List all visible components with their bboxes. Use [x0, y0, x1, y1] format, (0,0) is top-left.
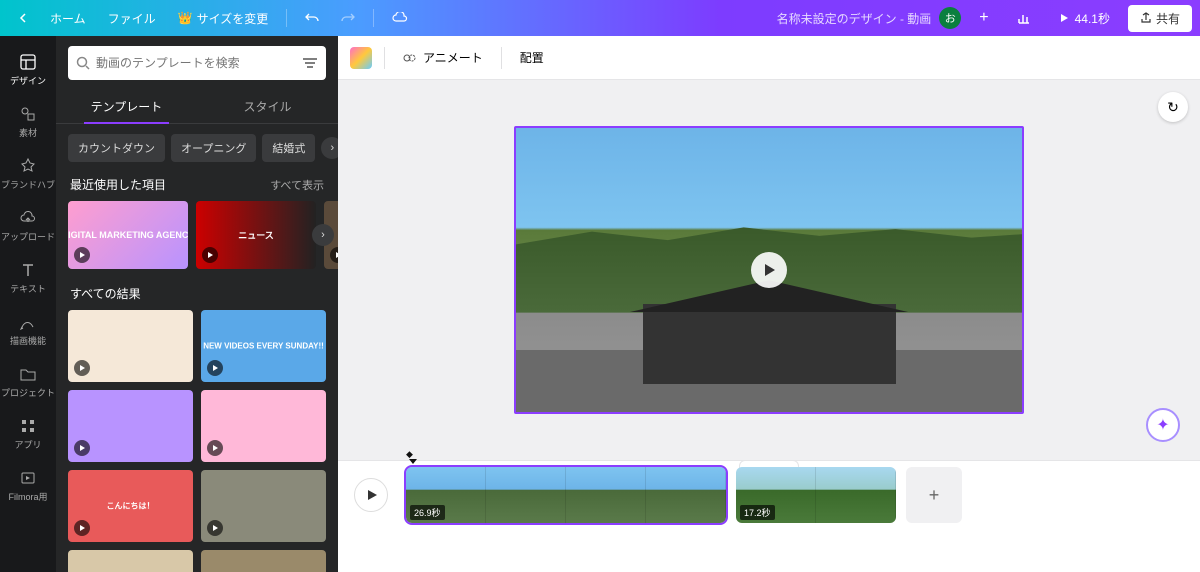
recent-see-all[interactable]: すべて表示: [270, 177, 324, 193]
timeline: ⌄ ◆ 26.9秒17.2秒+: [338, 460, 1200, 572]
shapes-icon: [19, 105, 37, 123]
siderail-label: Filmora用: [8, 490, 47, 503]
canvas-area: アニメート 配置 ↻ ✦ ⌄ ◆ 26.9秒17.2秒+: [338, 36, 1200, 572]
template-thumb[interactable]: DIGITAL MARKETING AGENCY: [68, 201, 188, 269]
side-rail: デザイン素材ブランドハブアップロードテキスト描画機能プロジェクトアプリ Filmo…: [0, 36, 56, 572]
top-toolbar: ホーム ファイル 👑サイズを変更 名称未設定のデザイン - 動画 お + 44.…: [0, 0, 1200, 36]
tab-styles[interactable]: スタイル: [197, 90, 338, 123]
template-thumb[interactable]: NEW VIDEOS EVERY SUNDAY!!: [201, 310, 326, 382]
user-avatar[interactable]: お: [939, 7, 961, 29]
video-preview[interactable]: [514, 126, 1024, 414]
timeline-play-button[interactable]: [354, 478, 388, 512]
chip-category[interactable]: オープニング: [171, 134, 256, 162]
siderail-item-cloud[interactable]: アップロード: [0, 200, 56, 252]
siderail-item-filmora[interactable]: Filmora用: [0, 460, 56, 512]
play-icon: [74, 440, 90, 456]
recent-row: DIGITAL MARKETING AGENCYニュース›: [56, 201, 338, 281]
layout-icon: [19, 53, 37, 71]
siderail-item-draw[interactable]: 描画機能: [0, 304, 56, 356]
siderail-item-brand[interactable]: ブランドハブ: [0, 148, 56, 200]
siderail-label: デザイン: [10, 74, 46, 87]
add-member-button[interactable]: +: [969, 3, 998, 33]
analytics-button[interactable]: [1007, 5, 1041, 31]
cloud-sync-icon[interactable]: [382, 6, 418, 30]
panel-tabs: テンプレート スタイル: [56, 90, 338, 124]
apps-icon: [19, 417, 37, 435]
folder-icon: [19, 365, 37, 383]
siderail-item-text[interactable]: テキスト: [0, 252, 56, 304]
play-icon: [207, 360, 223, 376]
siderail-label: ブランドハブ: [1, 178, 55, 191]
brand-icon: [19, 157, 37, 175]
siderail-item-apps[interactable]: アプリ: [0, 408, 56, 460]
timeline-clip[interactable]: 26.9秒: [406, 467, 726, 523]
position-button[interactable]: 配置: [514, 45, 550, 70]
filter-icon[interactable]: [302, 56, 318, 70]
home-button[interactable]: ホーム: [40, 4, 96, 33]
animate-button[interactable]: アニメート: [397, 45, 489, 70]
chip-category[interactable]: カウントダウン: [68, 134, 165, 162]
search-icon: [76, 56, 90, 70]
play-icon: [74, 520, 90, 536]
template-thumb[interactable]: [201, 390, 326, 462]
search-input[interactable]: [96, 56, 296, 70]
siderail-label: アプリ: [14, 438, 41, 451]
magic-fab[interactable]: ✦: [1146, 408, 1180, 442]
siderail-label: アップロード: [1, 230, 55, 243]
resize-button[interactable]: 👑サイズを変更: [168, 4, 279, 33]
share-button[interactable]: 共有: [1128, 5, 1192, 32]
clip-duration: 26.9秒: [410, 505, 445, 520]
back-button[interactable]: [8, 7, 38, 29]
cloud-icon: [19, 209, 37, 227]
draw-icon: [19, 313, 37, 331]
siderail-item-folder[interactable]: プロジェクト: [0, 356, 56, 408]
siderail-label: プロジェクト: [1, 386, 55, 399]
siderail-label: 描画機能: [10, 334, 46, 347]
template-thumb[interactable]: [201, 470, 326, 542]
timeline-clip[interactable]: 17.2秒: [736, 467, 896, 523]
siderail-label: テキスト: [10, 282, 46, 295]
template-thumb[interactable]: [68, 310, 193, 382]
playhead-marker[interactable]: ◆: [406, 449, 413, 460]
color-picker-button[interactable]: [350, 47, 372, 69]
file-menu[interactable]: ファイル: [98, 4, 166, 33]
play-icon: [202, 247, 218, 263]
play-icon: [207, 520, 223, 536]
clip-duration: 17.2秒: [740, 505, 775, 520]
redo-button[interactable]: [331, 6, 365, 30]
play-icon: [207, 440, 223, 456]
template-thumb[interactable]: [68, 550, 193, 572]
chip-category[interactable]: 結婚式: [262, 134, 315, 162]
crown-icon: 👑: [178, 11, 193, 25]
template-thumb[interactable]: こんにちは！: [68, 470, 193, 542]
play-icon: [74, 360, 90, 376]
present-button[interactable]: 44.1秒: [1049, 4, 1120, 33]
refresh-button[interactable]: ↻: [1158, 92, 1188, 122]
category-chips: カウントダウンオープニング結婚式›: [56, 124, 338, 172]
template-thumb[interactable]: Relax: [201, 550, 326, 572]
recent-heading: 最近使用した項目: [70, 176, 166, 193]
template-thumb[interactable]: ニュース: [196, 201, 316, 269]
play-overlay-button[interactable]: [751, 252, 787, 288]
template-search[interactable]: [68, 46, 326, 80]
play-icon: [74, 247, 90, 263]
results-heading: すべての結果: [70, 285, 141, 302]
results-grid: NEW VIDEOS EVERY SUNDAY!! こんにちは！ Relax: [56, 310, 338, 572]
design-title[interactable]: 名称未設定のデザイン - 動画: [777, 10, 932, 27]
add-clip-button[interactable]: +: [906, 467, 962, 523]
recent-next-button[interactable]: ›: [312, 224, 334, 246]
tab-templates[interactable]: テンプレート: [56, 90, 197, 123]
siderail-label: 素材: [19, 126, 37, 139]
text-icon: [19, 261, 37, 279]
undo-button[interactable]: [295, 6, 329, 30]
siderail-item-shapes[interactable]: 素材: [0, 96, 56, 148]
canvas-toolbar: アニメート 配置: [338, 36, 1200, 80]
template-thumb[interactable]: [68, 390, 193, 462]
filmora-icon: [19, 469, 37, 487]
side-panel: テンプレート スタイル カウントダウンオープニング結婚式› 最近使用した項目 す…: [56, 36, 338, 572]
siderail-item-layout[interactable]: デザイン: [0, 44, 56, 96]
